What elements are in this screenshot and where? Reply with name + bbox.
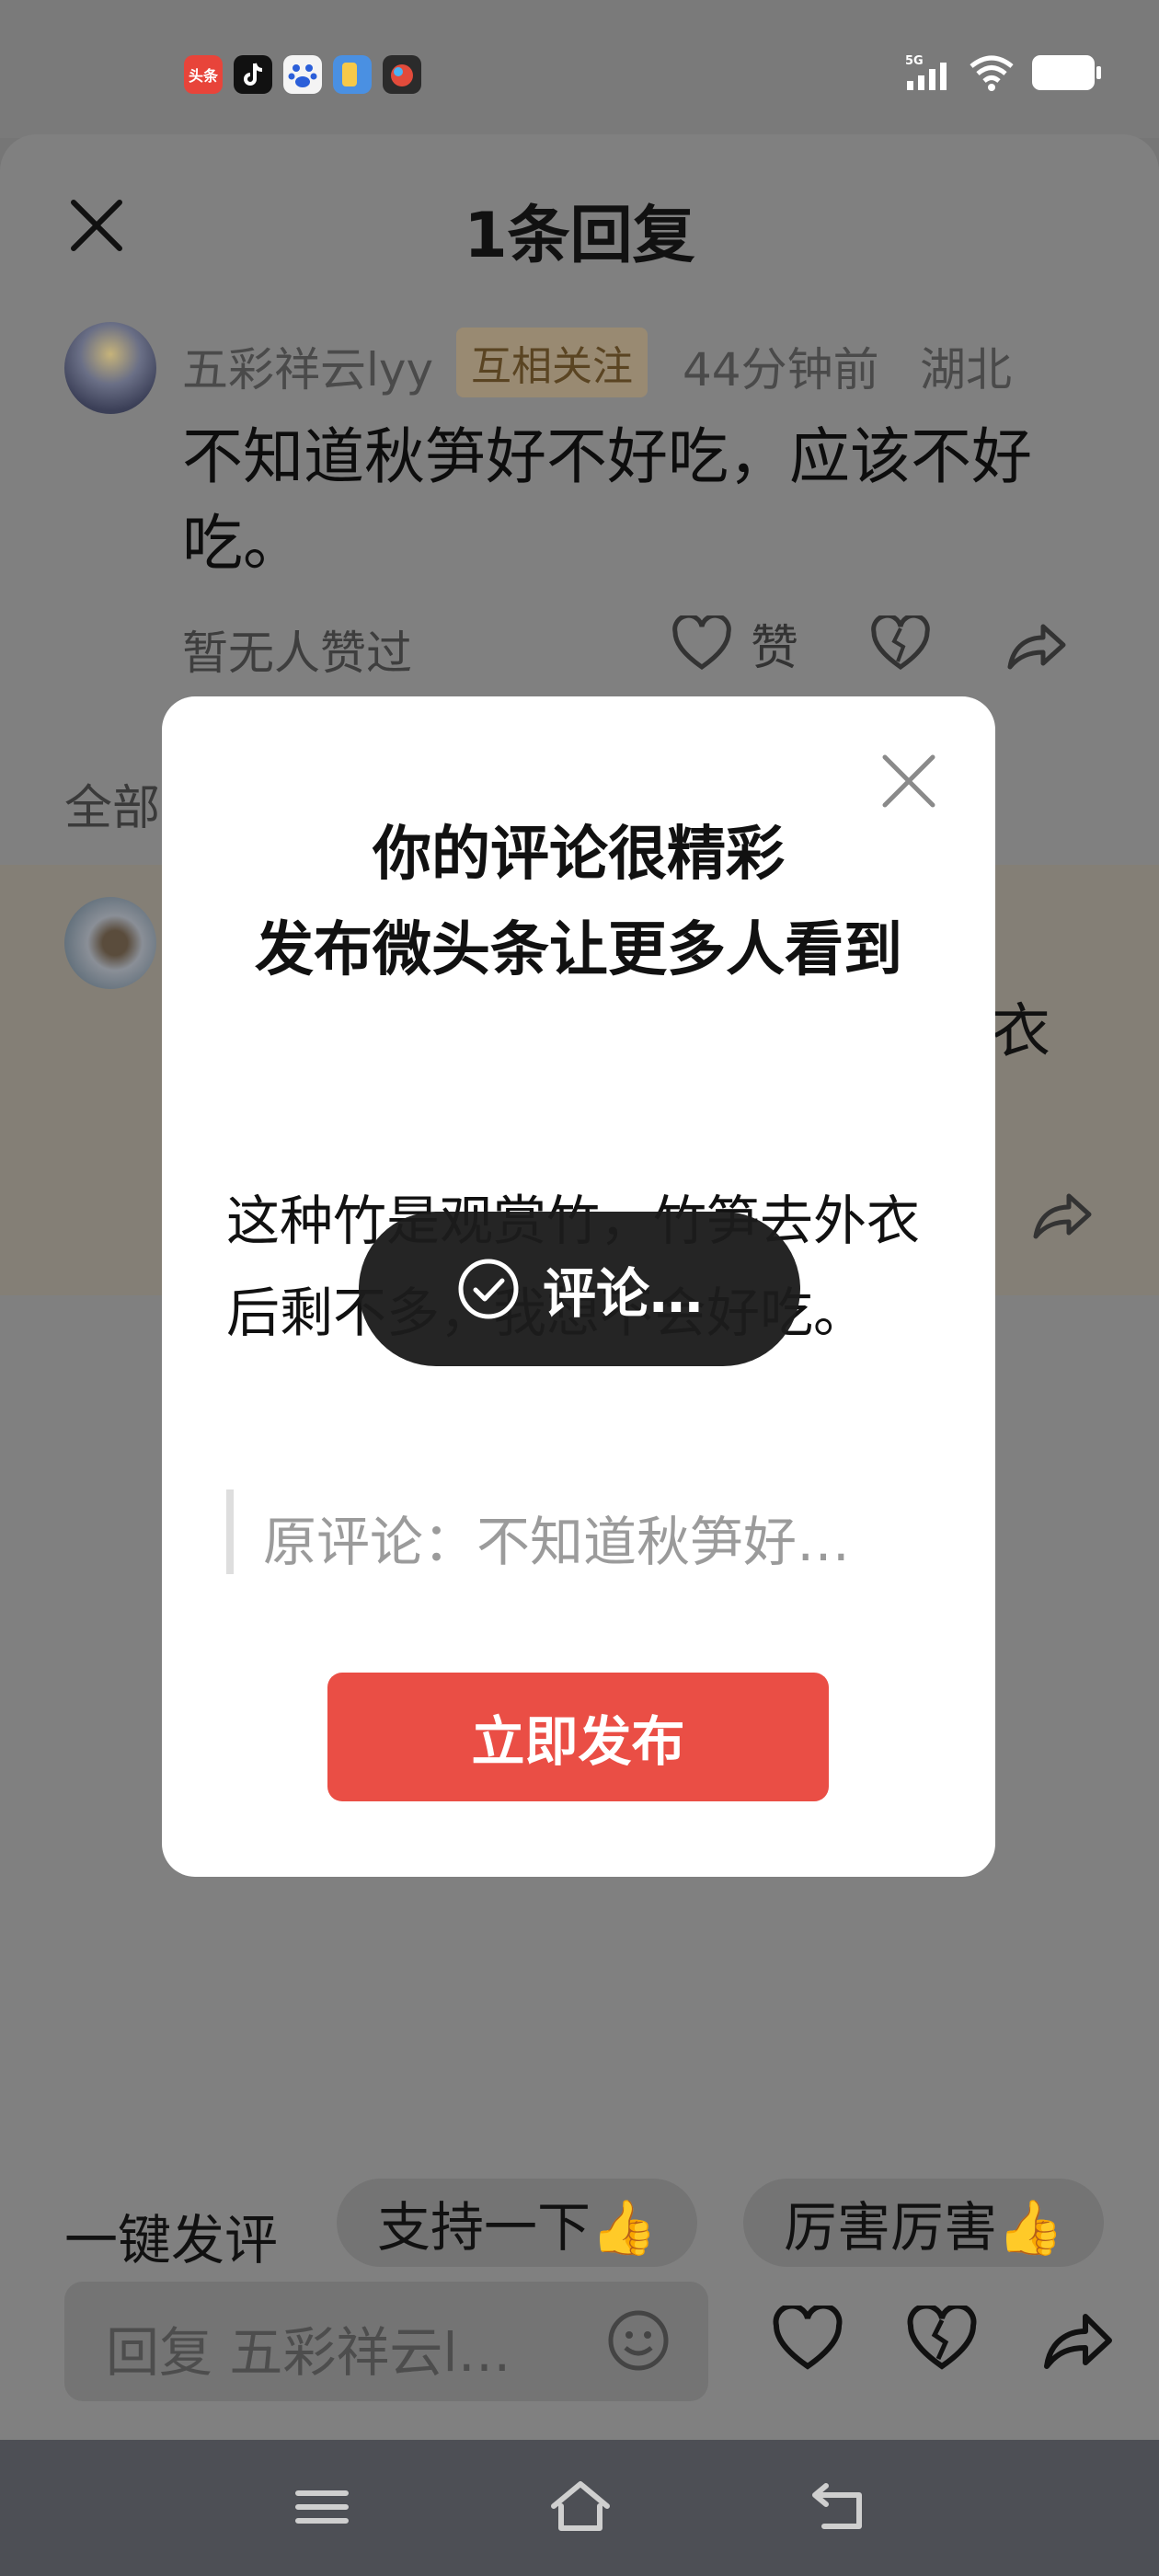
original-comment-quote: 原评论：不知道秋笋好… (226, 1489, 933, 1574)
status-indicators: 5G (905, 53, 1101, 92)
system-nav-bar (0, 2440, 1159, 2576)
broken-heart-icon[interactable] (870, 615, 931, 673)
toutiao-app-icon: 头条 (184, 55, 223, 94)
quick-reply-label: 一键发评 (64, 2209, 279, 2271)
dialog-title: 你的评论很精彩 发布微头条让更多人看到 (217, 807, 940, 998)
toutiao-app-label: 头条 (188, 67, 218, 85)
comment-toast: 评论… (359, 1212, 800, 1366)
toast-text: 评论… (542, 1262, 703, 1325)
comment-actions: 赞 (671, 609, 1069, 678)
svg-text:5G: 5G (905, 54, 924, 68)
emoji-icon[interactable] (605, 2307, 671, 2374)
reply-input[interactable]: 回复 五彩祥云l… (64, 2282, 708, 2401)
quick-reply-bar: 一键发评 支持一下👍 厉害厉害👍 (0, 2179, 1159, 2271)
status-bar: 头条 5G (0, 0, 1159, 138)
screen: 头条 5G 1条回复 五彩祥云lyy 互相关注 44分钟前 湖北 不知道秋笋好不… (0, 0, 1159, 2576)
heart-icon[interactable] (671, 615, 732, 673)
dialog-title-line1: 你的评论很精彩 (373, 821, 785, 889)
comment-time: 44分钟前 (683, 343, 879, 397)
avatar[interactable] (64, 322, 156, 414)
back-icon[interactable] (808, 2475, 872, 2539)
reply-avatar[interactable] (64, 897, 156, 989)
wifi-icon (970, 55, 1014, 91)
quick-reply-chip-support[interactable]: 支持一下👍 (337, 2179, 698, 2267)
comment-text: 不知道秋笋好不好吃，应该不好吃。 (182, 421, 1032, 579)
quick-reply-chip-awesome[interactable]: 厉害厉害👍 (743, 2179, 1105, 2267)
all-replies-label: 全部 (64, 781, 161, 836)
reply-text-fragment: 衣 (992, 998, 1050, 1066)
share-icon[interactable] (1041, 2306, 1115, 2372)
sheet-title: 1条回复 (464, 200, 695, 272)
original-comment-text: 原评论：不知道秋笋好… (263, 1511, 851, 1573)
battery-icon (1032, 55, 1101, 90)
douyin-app-icon (234, 55, 272, 94)
status-app-icons: 头条 (184, 55, 421, 94)
dialog-title-line2: 发布微头条让更多人看到 (255, 916, 902, 984)
comment-username[interactable]: 五彩祥云lyy (182, 333, 433, 399)
broken-heart-icon[interactable] (907, 2306, 977, 2372)
menu-icon[interactable] (294, 2475, 350, 2539)
home-icon[interactable] (548, 2475, 613, 2539)
share-icon[interactable] (1004, 615, 1069, 673)
reply-share-icon[interactable] (1030, 1185, 1095, 1242)
bottom-actions (773, 2306, 1115, 2372)
reply-input-placeholder: 回复 五彩祥云l… (106, 2321, 511, 2384)
mutual-follow-badge: 互相关注 (456, 328, 648, 397)
comment-location: 湖北 (920, 343, 1012, 397)
close-icon[interactable] (879, 752, 938, 811)
no-likes-text: 暂无人赞过 (182, 627, 412, 680)
cellular-signal-icon: 5G (905, 54, 947, 90)
game-app-icon (383, 55, 421, 94)
check-circle-icon (458, 1259, 519, 1319)
baidu-app-icon (283, 55, 322, 94)
publish-now-button[interactable]: 立即发布 (327, 1673, 829, 1801)
blue-app-icon (333, 55, 372, 94)
heart-icon[interactable] (773, 2306, 843, 2372)
like-label[interactable]: 赞 (751, 609, 798, 678)
